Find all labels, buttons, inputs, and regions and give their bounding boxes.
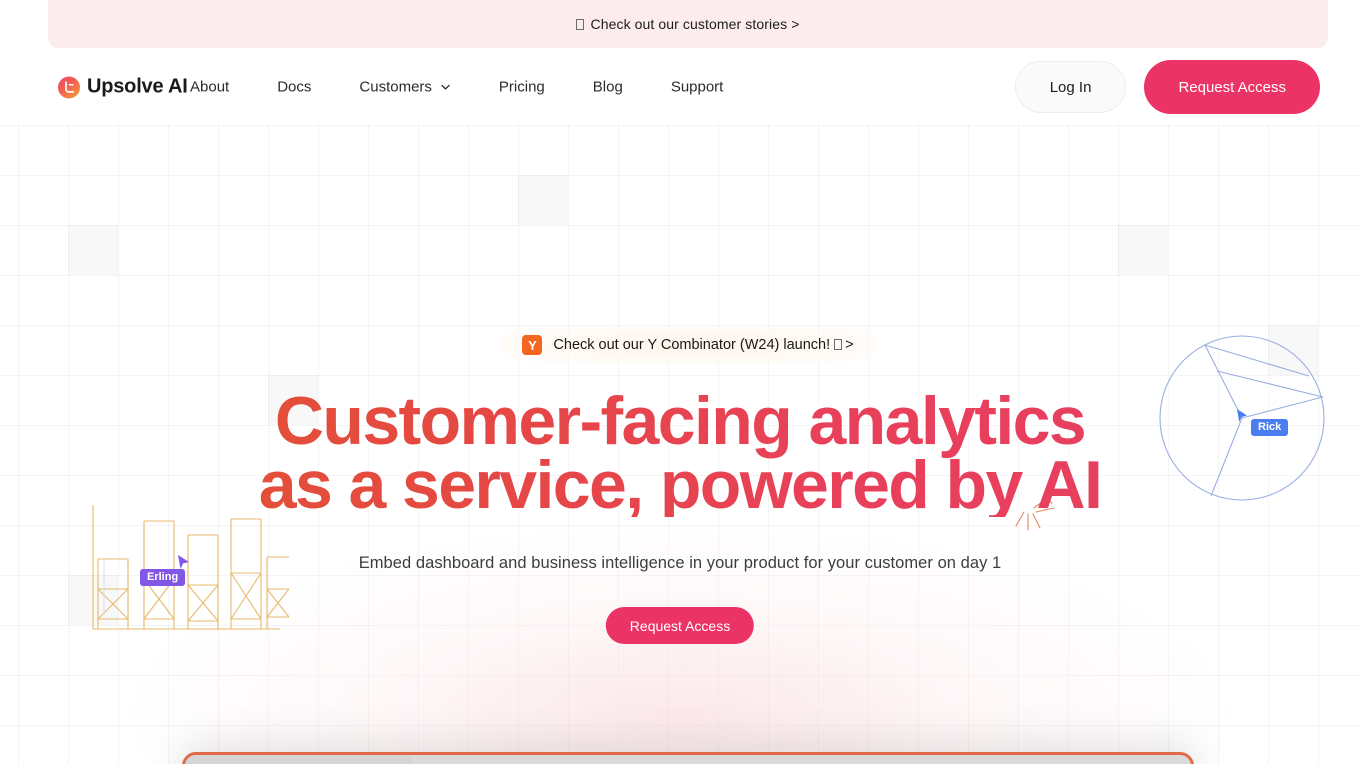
yc-launch-text: Check out our Y Combinator (W24) launch!… (553, 337, 854, 353)
missing-glyph-icon (576, 19, 585, 30)
nav-link-about[interactable]: About (190, 71, 229, 104)
nav-link-pricing[interactable]: Pricing (499, 71, 545, 104)
request-access-button-hero[interactable]: Request Access (605, 607, 755, 644)
nav-link-label: Pricing (498, 78, 545, 96)
main-navbar: Upsolve AI About Docs Customers Pricing … (0, 50, 1360, 124)
page-title: Customer-facing analytics as a service, … (0, 387, 1360, 519)
hero-subtitle: Embed dashboard and business intelligenc… (358, 554, 1002, 572)
nav-link-support[interactable]: Support (671, 71, 724, 104)
nav-links: About Docs Customers Pricing Blog Suppor… (190, 71, 723, 104)
dashboard-main: Dashboard Filter by date Select date... (411, 755, 1191, 764)
nav-actions: Log In Request Access (1014, 60, 1320, 114)
nav-link-label: About (190, 78, 230, 96)
nav-link-label: Support (670, 78, 724, 96)
nav-link-label: Docs (277, 78, 312, 96)
yc-launch-banner[interactable]: Y Check out our Y Combinator (W24) launc… (500, 327, 876, 363)
announcement-banner[interactable]: Check out our customer stories > (48, 0, 1328, 48)
upsolve-logo-icon (58, 76, 80, 98)
hero-section: Erling Rick (0, 124, 1360, 764)
announcement-text: Check out our customer stories > (576, 16, 799, 32)
brand-name: Upsolve AI (87, 75, 188, 98)
grid-accent-cell (68, 225, 118, 275)
brand-logo[interactable]: Upsolve AI (58, 76, 188, 99)
announcement-bar-container: Check out our customer stories > (0, 0, 1360, 50)
nav-link-blog[interactable]: Blog (593, 71, 623, 104)
grid-accent-cell (518, 175, 568, 225)
grid-accent-cell (1118, 225, 1168, 275)
dashboard-preview: Your App Dashboard (182, 752, 1194, 764)
dashboard-sidebar: Your App Dashboard (185, 755, 411, 764)
log-in-button[interactable]: Log In (1014, 61, 1127, 113)
chevron-down-icon (440, 82, 451, 93)
landing-page: Check out our customer stories > Upsolve… (0, 0, 1360, 764)
nav-link-label: Customers (359, 78, 432, 96)
nav-link-docs[interactable]: Docs (277, 71, 311, 104)
y-combinator-icon: Y (522, 335, 543, 355)
nav-link-label: Blog (592, 78, 623, 96)
missing-glyph-icon (834, 339, 843, 350)
request-access-button-nav[interactable]: Request Access (1144, 60, 1320, 114)
nav-link-customers[interactable]: Customers (359, 71, 451, 104)
